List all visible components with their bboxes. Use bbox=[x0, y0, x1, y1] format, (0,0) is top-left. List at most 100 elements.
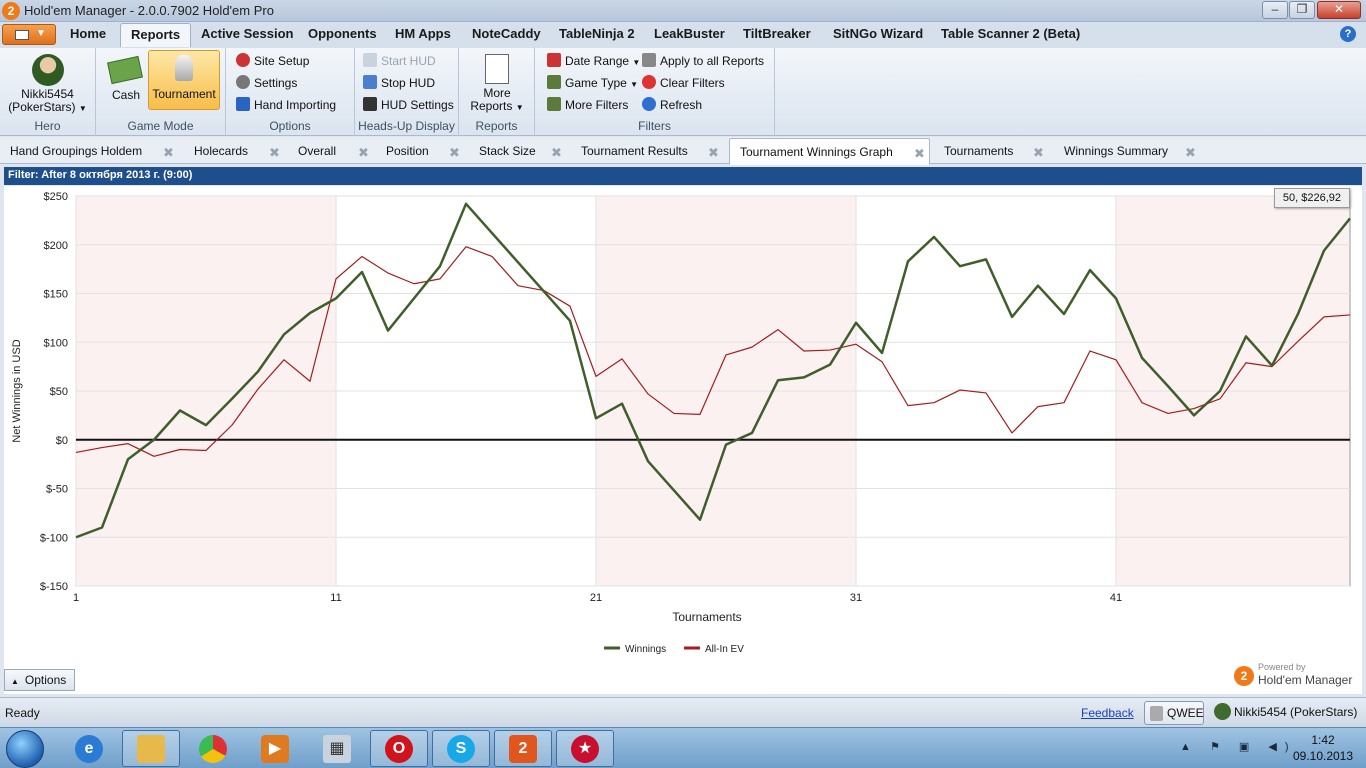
filter-bar: Filter: After 8 октября 2013 г. (9:00) bbox=[4, 167, 1362, 185]
ribbon: Nikki5454 (PokerStars) ▼ Hero Cash Tourn… bbox=[0, 48, 1366, 136]
reports-group: More Reports ▼ Reports bbox=[459, 48, 535, 136]
clear-icon bbox=[642, 75, 656, 89]
close-icon[interactable]: ✖ bbox=[1033, 145, 1044, 161]
site-setup-icon bbox=[236, 53, 250, 67]
menu-tab-tiltbreaker[interactable]: TiltBreaker bbox=[743, 26, 811, 41]
system-tray[interactable]: ▲ ⚑ ▣ ◀) bbox=[1180, 740, 1296, 753]
more-filters-button[interactable]: More Filters bbox=[547, 97, 628, 112]
date-range-label: Date Range bbox=[565, 54, 630, 68]
maximize-button[interactable]: ❐ bbox=[1289, 1, 1315, 19]
stop-hud-button[interactable]: Stop HUD bbox=[363, 75, 435, 90]
tournament-button[interactable]: Tournament bbox=[148, 50, 220, 110]
x-axis-label: Tournaments bbox=[672, 610, 741, 624]
powered-by-text: Powered by bbox=[1258, 662, 1306, 672]
reports-label: Reports ▼ bbox=[459, 99, 535, 113]
menu-tab-opponents[interactable]: Opponents bbox=[308, 26, 377, 41]
tab-position[interactable]: Position ✖ bbox=[376, 141, 460, 164]
clock[interactable]: 1:42 09.10.2013 bbox=[1286, 732, 1360, 764]
holdem-manager-logo: 2 Powered by Hold'em Manager bbox=[1234, 662, 1358, 688]
close-button[interactable]: ✕ bbox=[1317, 1, 1361, 19]
minimize-button[interactable]: – bbox=[1262, 1, 1288, 19]
apply-all-reports-button[interactable]: Apply to all Reports bbox=[642, 53, 764, 68]
tab-tournament-winnings-graph[interactable]: Tournament Winnings Graph ✖ bbox=[729, 138, 930, 165]
legend-label: Winnings bbox=[625, 644, 666, 655]
taskbar-pokerstars[interactable]: ★ bbox=[556, 730, 614, 767]
y-tick-label: $200 bbox=[44, 240, 68, 252]
close-icon[interactable]: ✖ bbox=[358, 145, 369, 161]
close-icon[interactable]: ✖ bbox=[163, 145, 174, 161]
start-hud-label: Start HUD bbox=[381, 54, 436, 68]
x-tick-label: 21 bbox=[590, 592, 602, 604]
clear-filters-button[interactable]: Clear Filters bbox=[642, 75, 725, 90]
tab-tournament-results[interactable]: Tournament Results ✖ bbox=[571, 141, 719, 164]
menu-tab-home[interactable]: Home bbox=[70, 26, 106, 41]
active-player[interactable]: Nikki5454 (PokerStars) bbox=[1214, 703, 1357, 720]
menu-tab-tableninja[interactable]: TableNinja 2 bbox=[559, 26, 635, 41]
hero-site[interactable]: (PokerStars) ▼ bbox=[0, 100, 95, 114]
status-text: Ready bbox=[5, 706, 40, 720]
hand-importing-button[interactable]: Hand Importing bbox=[236, 97, 336, 112]
tab-winnings-summary[interactable]: Winnings Summary ✖ bbox=[1054, 141, 1196, 164]
hero-name[interactable]: Nikki5454 bbox=[0, 87, 95, 101]
database-label: QWEE bbox=[1167, 706, 1204, 720]
hero-avatar[interactable] bbox=[32, 54, 64, 86]
close-icon[interactable]: ✖ bbox=[1185, 145, 1196, 161]
taskbar-media[interactable]: ▶ bbox=[246, 730, 304, 767]
menu-tab-sitngo-wizard[interactable]: SitNGo Wizard bbox=[833, 26, 923, 41]
tab-holecards[interactable]: Holecards ✖ bbox=[184, 141, 280, 164]
hud-settings-button[interactable]: HUD Settings bbox=[363, 97, 454, 112]
database-icon bbox=[1150, 706, 1163, 721]
menu-tab-active-session[interactable]: Active Session bbox=[201, 26, 294, 41]
taskbar-calculator[interactable]: ▦ bbox=[308, 730, 366, 767]
cash-button[interactable]: Cash bbox=[104, 54, 148, 110]
taskbar-skype[interactable]: S bbox=[432, 730, 490, 767]
x-tick-label: 1 bbox=[73, 592, 79, 604]
menu-tab-leakbuster[interactable]: LeakBuster bbox=[654, 26, 725, 41]
site-setup-button[interactable]: Site Setup bbox=[236, 53, 309, 68]
menu-tab-notecaddy[interactable]: NoteCaddy bbox=[472, 26, 541, 41]
apply-all-reports-label: Apply to all Reports bbox=[660, 54, 765, 68]
taskbar-holdem-manager[interactable]: 2 bbox=[494, 730, 552, 767]
close-icon[interactable]: ✖ bbox=[269, 145, 280, 161]
apply-icon bbox=[642, 53, 656, 67]
tab-tournaments[interactable]: Tournaments ✖ bbox=[934, 141, 1044, 164]
tab-label: Stack Size bbox=[479, 144, 536, 158]
help-icon[interactable]: ? bbox=[1340, 26, 1356, 42]
menu-tab-reports[interactable]: Reports bbox=[120, 23, 192, 47]
refresh-button[interactable]: Refresh bbox=[642, 97, 702, 112]
calculator-icon: ▦ bbox=[323, 734, 351, 763]
calendar-icon bbox=[547, 53, 561, 67]
more-label: More bbox=[483, 86, 511, 100]
document-icon bbox=[15, 30, 29, 40]
close-icon[interactable]: ✖ bbox=[708, 145, 719, 161]
taskbar-opera[interactable]: O bbox=[370, 730, 428, 767]
group-label-options: Options bbox=[269, 119, 311, 133]
menu-tab-table-scanner[interactable]: Table Scanner 2 (Beta) bbox=[941, 26, 1080, 41]
date-range-button[interactable]: Date Range ▼ bbox=[547, 53, 640, 68]
group-label-hero: Hero bbox=[34, 119, 61, 133]
file-menu-button[interactable]: ▼ bbox=[2, 24, 56, 45]
menu-tab-hm-apps[interactable]: HM Apps bbox=[395, 26, 451, 41]
settings-button[interactable]: Settings bbox=[236, 75, 297, 90]
tab-label: Overall bbox=[298, 144, 337, 158]
tab-label: Winnings Summary bbox=[1064, 144, 1169, 158]
options-label: Options bbox=[24, 673, 67, 687]
tab-stack-size[interactable]: Stack Size ✖ bbox=[469, 141, 562, 164]
report-tabs: Hand Groupings Holdem ✖ Holecards ✖ Overal… bbox=[0, 137, 1366, 165]
stop-hud-label: Stop HUD bbox=[381, 76, 436, 90]
close-icon[interactable]: ✖ bbox=[449, 145, 460, 161]
taskbar-ie[interactable]: e bbox=[60, 730, 118, 767]
taskbar-chrome[interactable] bbox=[184, 730, 242, 767]
tab-hand-groupings[interactable]: Hand Groupings Holdem ✖ bbox=[0, 141, 174, 164]
taskbar-explorer[interactable] bbox=[122, 730, 180, 767]
start-button[interactable] bbox=[6, 730, 44, 768]
start-hud-button[interactable]: Start HUD bbox=[363, 53, 436, 68]
database-button[interactable]: QWEE bbox=[1144, 701, 1204, 725]
options-button[interactable]: ▲ Options bbox=[4, 669, 75, 691]
close-icon[interactable]: ✖ bbox=[551, 145, 562, 161]
close-icon[interactable]: ✖ bbox=[914, 146, 925, 162]
feedback-link[interactable]: Feedback bbox=[1081, 706, 1134, 720]
more-reports-button[interactable]: More Reports ▼ bbox=[459, 52, 535, 114]
tab-overall[interactable]: Overall ✖ bbox=[288, 141, 369, 164]
game-type-button[interactable]: Game Type ▼ bbox=[547, 75, 638, 90]
